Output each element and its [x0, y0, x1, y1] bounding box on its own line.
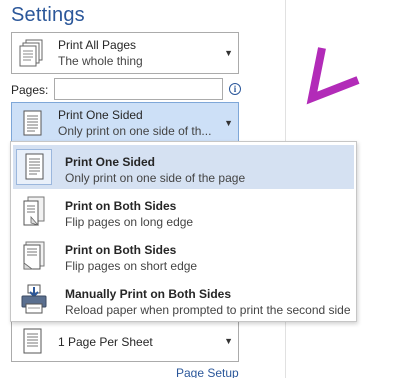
page-title: Settings	[11, 4, 85, 26]
menu-item-description: Only print on one side of the page	[65, 171, 246, 185]
chevron-down-icon: ▼	[224, 48, 233, 58]
all-pages-icon	[19, 39, 43, 67]
sides-dropdown[interactable]: Print One Sided Only print on one side o…	[11, 102, 239, 144]
chevron-down-icon: ▼	[224, 118, 233, 128]
duplex-long-edge-icon	[23, 196, 45, 226]
menu-item-description: Flip pages on short edge	[65, 259, 198, 273]
single-page-icon	[23, 328, 42, 354]
print-range-dropdown[interactable]: Print All Pages The whole thing ▼	[11, 32, 239, 74]
pages-label: Pages:	[11, 83, 49, 97]
menu-item-duplex-short-edge[interactable]: Print on Both Sides Flip pages on short …	[13, 233, 354, 277]
one-sided-page-icon	[25, 153, 44, 180]
menu-item-label: Print One Sided	[65, 155, 156, 169]
menu-item-label: Print on Both Sides	[65, 199, 177, 213]
pages-per-sheet-label: 1 Page Per Sheet	[58, 335, 153, 349]
sides-menu: Print One Sided Only print on one side o…	[10, 141, 357, 322]
duplex-short-edge-icon	[23, 241, 45, 270]
menu-item-label: Print on Both Sides	[65, 243, 177, 257]
menu-item-description: Flip pages on long edge	[65, 215, 194, 229]
print-range-description: The whole thing	[58, 54, 143, 68]
manual-duplex-printer-icon	[21, 284, 47, 314]
pages-input[interactable]	[54, 78, 223, 100]
sides-description: Only print on one side of th...	[58, 124, 212, 138]
menu-item-one-sided[interactable]: Print One Sided Only print on one side o…	[13, 145, 354, 189]
menu-item-duplex-long-edge[interactable]: Print on Both Sides Flip pages on long e…	[13, 189, 354, 233]
one-sided-page-icon	[23, 110, 42, 136]
menu-item-description: Reload paper when prompted to print the …	[65, 303, 351, 317]
page-setup-link[interactable]: Page Setup	[176, 366, 239, 378]
menu-item-label: Manually Print on Both Sides	[65, 287, 232, 301]
annotation-arrow-icon	[306, 47, 360, 105]
info-icon[interactable]: i	[229, 83, 241, 95]
chevron-down-icon: ▼	[224, 336, 233, 346]
pages-per-sheet-dropdown[interactable]: 1 Page Per Sheet ▼	[11, 320, 239, 362]
sides-label: Print One Sided	[58, 108, 143, 122]
menu-item-manual-duplex[interactable]: Manually Print on Both Sides Reload pape…	[13, 277, 354, 321]
print-range-label: Print All Pages	[58, 38, 137, 52]
